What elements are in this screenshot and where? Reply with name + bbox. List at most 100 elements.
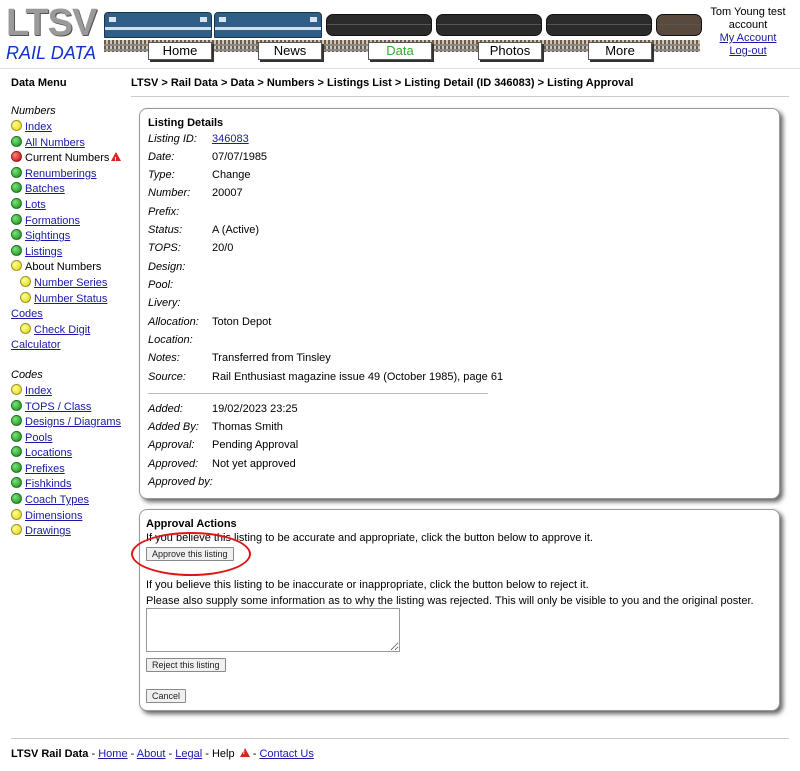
footer-home-link[interactable]: Home: [98, 748, 127, 760]
detail-value: A (Active): [212, 224, 260, 236]
sidebar-link[interactable]: Listings: [25, 246, 62, 258]
detail-value: 20007: [212, 187, 243, 199]
detail-row-source: Source: Rail Enthusiast magazine issue 49…: [148, 369, 503, 385]
sidebar-link[interactable]: Number Status: [34, 293, 107, 305]
footer-about-link[interactable]: About: [137, 748, 166, 760]
green-status-icon: [11, 415, 22, 427]
yellow-status-icon: [11, 524, 22, 536]
footer-separator: -: [202, 748, 212, 760]
my-account-link[interactable]: My Account: [704, 32, 792, 45]
tank-wagon-image: [656, 14, 702, 36]
sidebar-link[interactable]: Check Digit: [34, 324, 90, 336]
sidebar-item-designs-diagrams[interactable]: Designs / Diagrams: [11, 415, 136, 431]
detail-label: Number:: [148, 187, 191, 199]
sidebar-link[interactable]: Designs / Diagrams: [25, 416, 121, 428]
sidebar-link[interactable]: Fishkinds: [25, 478, 71, 490]
logout-link[interactable]: Log-out: [704, 45, 792, 58]
sidebar-link[interactable]: Coach Types: [25, 494, 89, 506]
sidebar-item-prefixes[interactable]: Prefixes: [11, 461, 136, 478]
sidebar-item-number-status[interactable]: Number Status: [11, 291, 136, 308]
sidebar-link[interactable]: Dimensions: [25, 510, 82, 522]
sidebar-item-locations[interactable]: Locations: [11, 446, 136, 462]
sidebar-item-calculator[interactable]: Calculator: [11, 338, 136, 354]
sidebar-link[interactable]: Number Series: [34, 277, 107, 289]
sidebar-link[interactable]: Sightings: [25, 230, 70, 242]
green-status-icon: [11, 182, 22, 194]
sidebar-item-codes-index[interactable]: Index: [11, 383, 136, 400]
sidebar-link[interactable]: Batches: [25, 183, 65, 195]
yellow-status-icon: [11, 508, 22, 520]
sidebar-item-pools[interactable]: Pools: [11, 430, 136, 447]
sidebar-title: Data Menu: [11, 77, 67, 89]
footer-contact-link[interactable]: Contact Us: [259, 748, 313, 760]
details-divider: [148, 393, 488, 394]
detail-value: 19/02/2023 23:25: [212, 403, 298, 415]
listing-id-link[interactable]: 346083: [212, 133, 249, 145]
sidebar-link[interactable]: Renumberings: [25, 168, 97, 180]
detail-row-prefix: Prefix:: [148, 204, 212, 220]
sidebar-item-number-series[interactable]: Number Series: [11, 275, 136, 292]
sidebar-item-dimensions[interactable]: Dimensions: [11, 508, 136, 525]
sidebar-item-sightings[interactable]: Sightings: [11, 229, 136, 245]
site-logo[interactable]: LTSV RAIL DATA: [6, 4, 104, 64]
detail-label: Notes:: [148, 352, 180, 364]
sidebar-link[interactable]: Index: [25, 121, 52, 133]
sidebar-item-listings[interactable]: Listings: [11, 244, 136, 261]
listing-details-panel: Listing Details Listing ID: 346083 Date: 0…: [139, 108, 780, 499]
sidebar-link[interactable]: Locations: [25, 447, 72, 459]
green-status-icon: [11, 229, 22, 241]
sidebar-item-codes[interactable]: Codes: [11, 307, 136, 323]
sidebar-label: About Numbers: [25, 261, 102, 274]
sidebar-item-formations[interactable]: Formations: [11, 213, 136, 230]
logo-ltsv-text: LTSV: [6, 2, 97, 44]
sidebar-link[interactable]: Calculator: [11, 339, 61, 351]
sidebar-item-fishkinds[interactable]: Fishkinds: [11, 477, 136, 493]
sidebar-link[interactable]: Lots: [25, 199, 46, 211]
user-name: Tom Young test account: [710, 6, 786, 31]
sidebar-link[interactable]: TOPS / Class: [25, 401, 91, 413]
help-warning-icon[interactable]: [239, 748, 250, 757]
reject-instructions: If you believe this listing to be inaccu…: [146, 579, 589, 591]
footer-legal-link[interactable]: Legal: [175, 748, 202, 760]
nav-news[interactable]: News: [258, 42, 322, 60]
sidebar-link[interactable]: Drawings: [25, 525, 71, 537]
rejection-reason-textarea[interactable]: [146, 608, 400, 652]
yellow-status-icon: [11, 383, 22, 395]
nav-photos[interactable]: Photos: [478, 42, 542, 60]
detail-value: Change: [212, 169, 251, 181]
sidebar-link[interactable]: Index: [25, 385, 52, 397]
cancel-button[interactable]: Cancel: [146, 689, 187, 703]
sidebar-item-tops-class[interactable]: TOPS / Class: [11, 399, 136, 416]
yellow-status-icon: [11, 260, 22, 272]
sidebar-item-drawings[interactable]: Drawings: [11, 524, 136, 540]
nav-data[interactable]: Data: [368, 42, 432, 60]
logo-rail-data-text: RAIL DATA: [6, 43, 97, 63]
sidebar-item-check-digit[interactable]: Check Digit: [11, 322, 136, 339]
sidebar-link[interactable]: Prefixes: [25, 463, 65, 475]
sidebar-item-current-numbers: Current Numbers: [11, 151, 136, 168]
detail-row-type: Type: Change: [148, 167, 251, 183]
nav-more[interactable]: More: [588, 42, 652, 60]
yellow-status-icon: [20, 275, 31, 287]
sidebar-item-renumberings[interactable]: Renumberings: [11, 166, 136, 183]
reject-listing-button[interactable]: Reject this listing: [146, 658, 226, 672]
sidebar-item-lots[interactable]: Lots: [11, 197, 136, 214]
detail-row-added: Added: 19/02/2023 23:25: [148, 401, 298, 417]
detail-value: 07/07/1985: [212, 151, 268, 163]
sidebar-link[interactable]: All Numbers: [25, 137, 85, 149]
detail-label: TOPS:: [148, 242, 181, 254]
sidebar-item-coach-types[interactable]: Coach Types: [11, 493, 136, 509]
sidebar-link[interactable]: Codes: [11, 308, 43, 320]
sidebar-item-batches[interactable]: Batches: [11, 182, 136, 198]
detail-row-date: Date: 07/07/1985: [148, 149, 267, 165]
sidebar-link[interactable]: Formations: [25, 215, 80, 227]
footer-separator: -: [127, 748, 137, 760]
sidebar-item-index[interactable]: Index: [11, 120, 136, 136]
sidebar-link[interactable]: Pools: [25, 432, 53, 444]
sidebar-item-all-numbers[interactable]: All Numbers: [11, 135, 136, 152]
nav-home[interactable]: Home: [148, 42, 212, 60]
detail-row-listing-id: Listing ID: 346083: [148, 131, 249, 147]
tank-wagon-image: [326, 14, 432, 36]
detail-value: Not yet approved: [212, 458, 296, 470]
